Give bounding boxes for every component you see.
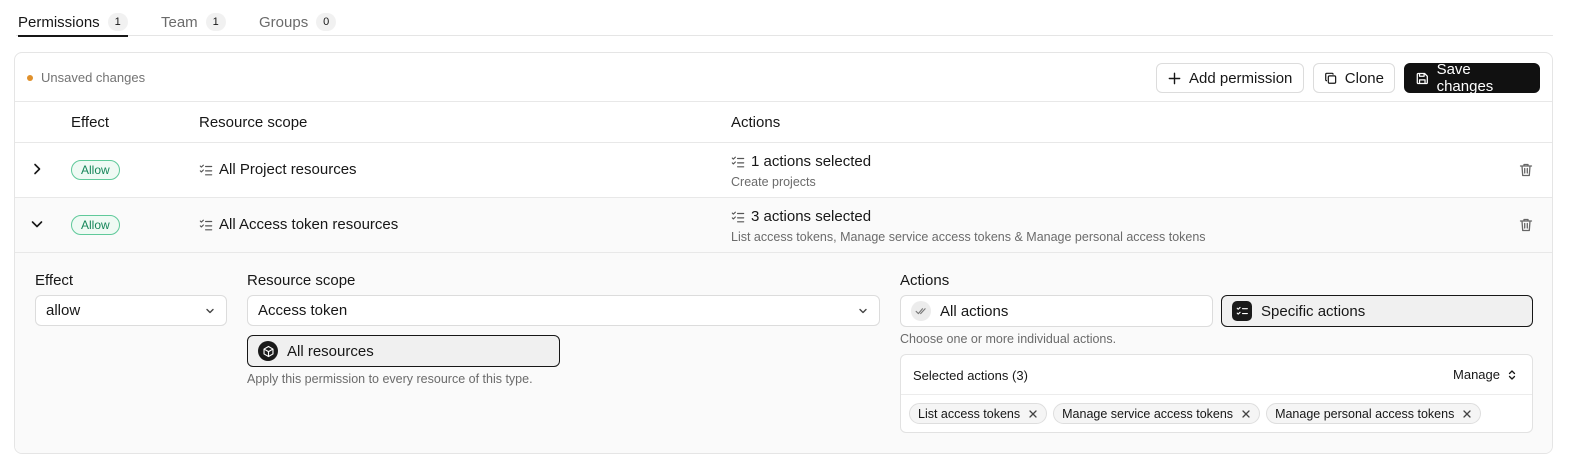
- list-checks-icon: [199, 219, 213, 230]
- status-dot: [27, 74, 33, 81]
- tab-label: Team: [161, 13, 198, 31]
- all-actions-label: All actions: [940, 302, 1009, 320]
- action-chip-label: Manage service access tokens: [1062, 406, 1234, 421]
- action-chip: Manage personal access tokens: [1266, 403, 1482, 424]
- action-chip: Manage service access tokens: [1053, 403, 1261, 424]
- resource-scope-field-label: Resource scope: [247, 272, 356, 289]
- list-checks-icon: [1232, 301, 1252, 321]
- close-icon[interactable]: [1241, 409, 1251, 419]
- actions-summary-text: List access tokens, Manage service acces…: [731, 230, 1206, 244]
- resource-scope-select-value: Access token: [258, 302, 348, 319]
- add-permission-button[interactable]: Add permission: [1156, 63, 1304, 93]
- tab-count-badge: 1: [205, 13, 226, 31]
- table-header: Effect Resource scope Actions: [15, 102, 1552, 143]
- actions-cell: 3 actions selected List access tokens, M…: [731, 208, 1206, 244]
- list-checks-icon: [199, 164, 213, 175]
- trash-icon[interactable]: [1518, 162, 1534, 178]
- action-chip-label: List access tokens: [918, 406, 1021, 421]
- column-header-effect: Effect: [71, 114, 110, 131]
- resource-scope-text: All Project resources: [219, 161, 357, 178]
- selected-action-chips: List access tokens Manage service access…: [909, 403, 1482, 424]
- tab-count-badge: 1: [107, 13, 128, 31]
- selected-actions-title: Selected actions (3): [913, 368, 1028, 383]
- cube-icon: [258, 341, 278, 361]
- chevrons-up-down-icon: [1508, 369, 1516, 380]
- tab-permissions[interactable]: Permissions 1: [18, 8, 128, 37]
- tab-groups[interactable]: Groups 0: [259, 8, 337, 36]
- all-resources-hint: Apply this permission to every resource …: [247, 372, 533, 386]
- effect-select[interactable]: allow: [35, 295, 227, 326]
- chevron-down-icon[interactable]: [29, 216, 45, 232]
- unsaved-status-text: Unsaved changes: [41, 70, 146, 85]
- selected-actions-box: Selected actions (3) Manage List access …: [900, 354, 1533, 433]
- all-resources-label: All resources: [287, 342, 374, 360]
- specific-actions-label: Specific actions: [1261, 302, 1366, 320]
- clone-label: Clone: [1344, 69, 1384, 87]
- card-toolbar: Unsaved changes Add permission Clone Sav…: [15, 53, 1552, 102]
- effect-badge: Allow: [71, 215, 120, 235]
- plus-icon: [1168, 72, 1181, 84]
- check-check-icon: [911, 301, 931, 321]
- column-header-actions: Actions: [731, 114, 781, 131]
- selected-actions-header: Selected actions (3) Manage: [901, 355, 1532, 395]
- column-header-scope: Resource scope: [199, 114, 308, 131]
- all-actions-option[interactable]: All actions: [900, 295, 1213, 327]
- actions-count-text: 3 actions selected: [751, 208, 872, 225]
- manage-actions-button[interactable]: Manage: [1453, 367, 1518, 382]
- save-changes-label: Save changes: [1436, 61, 1494, 95]
- tab-bar: Permissions 1 Team 1 Groups 0: [16, 0, 1553, 37]
- chevron-right-icon[interactable]: [29, 161, 45, 177]
- all-resources-option[interactable]: All resources: [247, 335, 560, 367]
- resource-scope-cell: All Access token resources: [199, 216, 398, 233]
- actions-summary-text: Create projects: [731, 175, 816, 189]
- list-checks-icon: [731, 211, 745, 222]
- tab-label: Permissions: [18, 13, 100, 31]
- resource-scope-select[interactable]: Access token: [247, 295, 880, 326]
- tab-count-badge: 0: [316, 13, 337, 31]
- chevron-down-icon: [859, 308, 867, 314]
- effect-select-value: allow: [46, 302, 81, 319]
- actions-field-label: Actions: [900, 272, 950, 289]
- actions-cell: 1 actions selected Create projects: [731, 153, 871, 189]
- resource-scope-cell: All Project resources: [199, 161, 357, 178]
- trash-icon[interactable]: [1518, 217, 1534, 233]
- table-row[interactable]: Allow All Access token resources 3 actio…: [15, 198, 1552, 253]
- effect-field-label: Effect: [35, 272, 74, 289]
- clone-button[interactable]: Clone: [1313, 63, 1395, 93]
- chevron-down-icon: [206, 308, 214, 314]
- tab-team[interactable]: Team 1: [161, 8, 226, 36]
- table-row[interactable]: Allow All Project resources 1 actions se…: [15, 143, 1552, 198]
- close-icon[interactable]: [1462, 409, 1472, 419]
- copy-icon: [1325, 72, 1337, 84]
- specific-actions-option[interactable]: Specific actions: [1221, 295, 1533, 327]
- list-checks-icon: [731, 156, 745, 167]
- close-icon[interactable]: [1028, 409, 1038, 419]
- tab-label: Groups: [259, 13, 309, 31]
- actions-hint: Choose one or more individual actions.: [900, 332, 1117, 346]
- add-permission-label: Add permission: [1189, 69, 1293, 87]
- resource-scope-text: All Access token resources: [219, 216, 399, 233]
- save-changes-button[interactable]: Save changes: [1404, 61, 1540, 95]
- manage-label: Manage: [1453, 367, 1500, 382]
- save-icon: [1416, 72, 1428, 84]
- unsaved-status: Unsaved changes: [27, 70, 145, 85]
- action-chip-label: Manage personal access tokens: [1275, 406, 1455, 421]
- effect-badge: Allow: [71, 160, 120, 180]
- action-chip: List access tokens: [909, 403, 1048, 424]
- permissions-card: Unsaved changes Add permission Clone Sav…: [14, 52, 1553, 454]
- permission-editor-panel: Effect allow Resource scope Access token…: [15, 253, 1552, 453]
- actions-count-text: 1 actions selected: [751, 153, 872, 170]
